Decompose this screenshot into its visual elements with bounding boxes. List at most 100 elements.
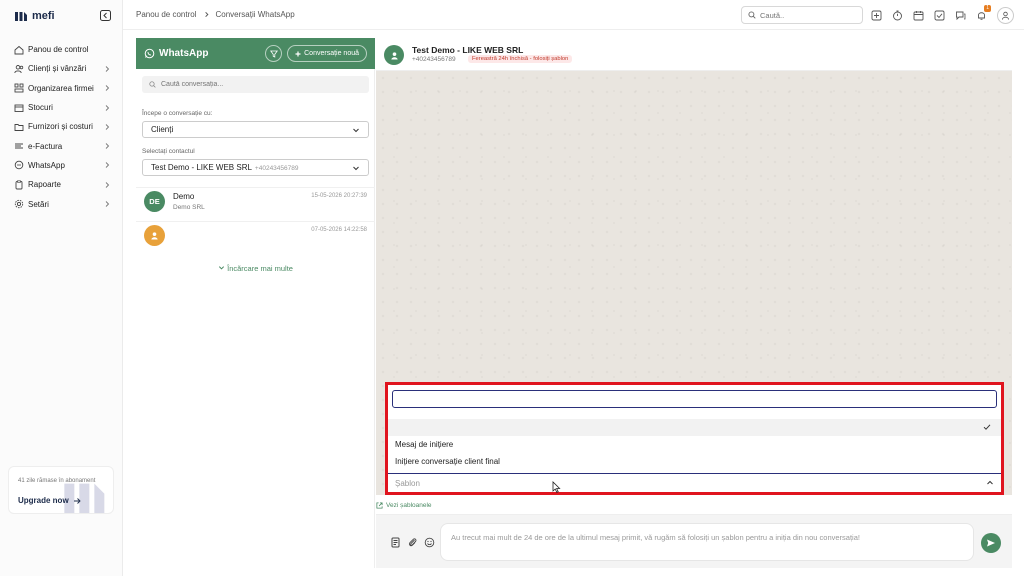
breadcrumb: Panou de control Conversații WhatsApp bbox=[136, 10, 295, 19]
conversation-search[interactable] bbox=[142, 76, 369, 93]
collapse-sidebar-icon[interactable] bbox=[100, 10, 111, 21]
select-contact-label: Selectați contactul bbox=[142, 148, 195, 155]
message-input[interactable]: Au trecut mai mult de 24 de ore de la ul… bbox=[440, 523, 974, 561]
load-more-link[interactable]: Încărcare mai multe bbox=[136, 264, 375, 273]
sidebar-item-whatsapp[interactable]: WhatsApp bbox=[0, 156, 123, 175]
sidebar-item-label: e-Factura bbox=[28, 141, 63, 151]
chevron-down-icon bbox=[353, 128, 359, 132]
tasks-check-icon[interactable] bbox=[932, 8, 947, 23]
conversation-body: Demo Demo SRL bbox=[173, 192, 311, 211]
chevron-right-icon bbox=[105, 104, 110, 111]
upgrade-now-link[interactable]: Upgrade now bbox=[18, 496, 81, 505]
chat-icon bbox=[13, 160, 24, 171]
invoice-icon bbox=[13, 141, 24, 152]
view-templates-link[interactable]: Vezi șabloanele bbox=[376, 502, 432, 509]
conversation-item[interactable]: 07-05-2026 14:22:58 bbox=[136, 221, 375, 255]
topbar: Panou de control Conversații WhatsApp 1 bbox=[123, 0, 1024, 30]
start-conversation-select[interactable]: Clienți bbox=[142, 121, 369, 138]
template-option-label: Inițiere conversație client final bbox=[395, 457, 500, 466]
conversation-avatar bbox=[144, 225, 165, 246]
conversation-name: Demo bbox=[173, 192, 195, 201]
chat-contact-phone: +40243456789 bbox=[412, 56, 456, 63]
chevron-right-icon bbox=[204, 11, 208, 18]
whatsapp-icon bbox=[144, 48, 155, 59]
select-contact-dropdown[interactable]: Test Demo - LIKE WEB SRL +40243456789 bbox=[142, 159, 369, 176]
send-button[interactable] bbox=[981, 533, 1001, 553]
sidebar-nav: Panou de control Clienți și vânzări Orga… bbox=[0, 40, 123, 214]
notifications-bell-icon[interactable]: 1 bbox=[974, 5, 991, 23]
users-icon bbox=[13, 63, 24, 74]
user-icon bbox=[151, 232, 158, 240]
sidebar-item-efactura[interactable]: e-Factura bbox=[0, 136, 123, 155]
conversation-time: 07-05-2026 14:22:58 bbox=[311, 227, 367, 233]
user-avatar[interactable] bbox=[997, 7, 1014, 24]
sidebar: mefi Panou de control Clienți și vânzări… bbox=[0, 0, 123, 576]
sidebar-item-suppliers[interactable]: Furnizori și costuri bbox=[0, 117, 123, 136]
breadcrumb-item-dashboard[interactable]: Panou de control bbox=[136, 10, 197, 19]
global-search-input[interactable] bbox=[760, 10, 860, 20]
conversation-avatar: DE bbox=[144, 191, 165, 212]
messages-icon[interactable] bbox=[953, 8, 968, 23]
conversation-item[interactable]: DE Demo Demo SRL 15-05-2026 20:27:39 bbox=[136, 187, 375, 221]
chevron-up-icon bbox=[987, 480, 993, 485]
template-dropdown: Mesaj de inițiere Inițiere conversație c… bbox=[385, 382, 1004, 495]
template-option-empty[interactable] bbox=[388, 419, 1001, 436]
arrow-right-icon bbox=[73, 497, 81, 504]
chat-contact-name: Test Demo - LIKE WEB SRL bbox=[412, 45, 524, 55]
conversation-search-input[interactable] bbox=[161, 81, 361, 88]
sidebar-item-label: Stocuri bbox=[28, 103, 53, 113]
template-search-input[interactable] bbox=[393, 391, 996, 407]
sidebar-item-reports[interactable]: Rapoarte bbox=[0, 175, 123, 194]
chevron-right-icon bbox=[105, 66, 110, 72]
sidebar-item-settings[interactable]: Setări bbox=[0, 194, 123, 213]
template-icon[interactable] bbox=[390, 537, 401, 548]
sidebar-item-clients[interactable]: Clienți și vânzări bbox=[0, 59, 123, 78]
template-select[interactable]: Șablon bbox=[388, 473, 1001, 492]
template-search[interactable] bbox=[392, 390, 997, 408]
whatsapp-header: WhatsApp Conversație nouă bbox=[136, 38, 375, 69]
select-contact-value: Test Demo - LIKE WEB SRL +40243456789 bbox=[151, 163, 352, 172]
sidebar-item-label: Panou de control bbox=[28, 45, 89, 55]
mouse-cursor-icon bbox=[552, 481, 561, 493]
load-more-label: Încărcare mai multe bbox=[227, 264, 293, 273]
global-search[interactable] bbox=[741, 6, 863, 24]
sidebar-item-dashboard[interactable]: Panou de control bbox=[0, 40, 123, 59]
template-option-initiation[interactable]: Mesaj de inițiere bbox=[388, 436, 1001, 453]
chat-contact-avatar bbox=[384, 45, 404, 65]
session-window-badge: Fereastră 24h închisă - folosiți șablon bbox=[468, 55, 573, 63]
template-option-client-final[interactable]: Inițiere conversație client final bbox=[388, 453, 1001, 470]
sidebar-item-stocks[interactable]: Stocuri bbox=[0, 98, 123, 117]
subscription-card: 41 zile rămase în abonament Upgrade now bbox=[8, 466, 114, 514]
clipboard-icon bbox=[13, 179, 24, 190]
composer-actions bbox=[390, 537, 435, 548]
timer-icon[interactable] bbox=[890, 8, 905, 23]
search-icon bbox=[748, 11, 756, 19]
new-conversation-button[interactable]: Conversație nouă bbox=[287, 45, 367, 62]
chevron-right-icon bbox=[105, 124, 110, 130]
external-link-icon bbox=[376, 502, 383, 509]
template-option-label: Mesaj de inițiere bbox=[395, 440, 454, 449]
org-icon bbox=[13, 83, 24, 94]
contact-phone: +40243456789 bbox=[254, 165, 299, 172]
brand-logo[interactable]: mefi bbox=[14, 10, 55, 22]
upgrade-now-label: Upgrade now bbox=[18, 496, 69, 505]
sidebar-item-label: Clienți și vânzări bbox=[28, 64, 87, 74]
folder-icon bbox=[13, 121, 24, 132]
chevron-right-icon bbox=[105, 162, 110, 169]
conversations-panel: WhatsApp Conversație nouă Începe o conve… bbox=[136, 38, 375, 568]
chevron-right-icon bbox=[105, 201, 110, 207]
paperclip-icon[interactable] bbox=[407, 537, 418, 548]
chevron-right-icon bbox=[105, 181, 110, 188]
add-icon[interactable] bbox=[869, 8, 884, 23]
plus-icon bbox=[295, 51, 301, 56]
calendar-icon[interactable] bbox=[911, 8, 926, 23]
sidebar-item-organization[interactable]: Organizarea firmei bbox=[0, 79, 123, 98]
filter-button[interactable] bbox=[265, 45, 283, 62]
sidebar-item-label: Rapoarte bbox=[28, 180, 61, 190]
emoji-icon[interactable] bbox=[424, 537, 435, 548]
sidebar-item-label: Furnizori și costuri bbox=[28, 122, 93, 132]
contact-name: Test Demo - LIKE WEB SRL bbox=[151, 163, 252, 172]
chevron-right-icon bbox=[105, 85, 110, 92]
chevron-down-icon bbox=[353, 166, 359, 170]
chat-header: Test Demo - LIKE WEB SRL +40243456789 Fe… bbox=[376, 38, 1012, 71]
